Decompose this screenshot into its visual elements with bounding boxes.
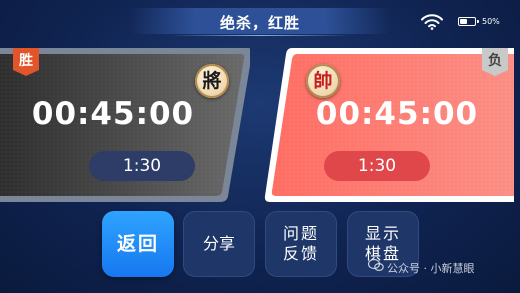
wechat-icon [368,258,384,272]
share-button-label: 分享 [202,234,235,253]
black-general-piece: 將 [195,64,229,98]
top-bar: 绝杀，红胜 50% [0,0,520,40]
back-button[interactable]: 返回 [102,211,174,277]
red-general-piece: 帥 [306,64,340,98]
red-byoyomi-time: 1:30 [324,151,430,181]
watermark-text: 公众号 · 小新慧眼 [387,262,475,275]
battery-icon [458,17,479,26]
win-badge-label: 胜 [19,53,33,69]
black-byoyomi-time: 1:30 [89,151,195,181]
black-main-clock: 00:45:00 [31,96,195,132]
back-button-label: 返回 [116,233,159,255]
feedback-button[interactable]: 问题 反馈 [265,211,337,277]
win-badge: 胜 [13,48,39,76]
page-title: 绝杀，红胜 [219,14,300,32]
lose-badge: 负 [482,48,508,76]
red-player-panel[interactable]: 帥 00:45:00 1:30 [264,46,514,204]
red-main-clock: 00:45:00 [315,96,479,132]
feedback-label-line2: 反馈 [282,244,319,263]
title-strip: 绝杀，红胜 [130,8,390,36]
show-board-label-line1: 显示 [364,224,401,243]
feedback-button-label: 问题 反馈 [265,211,337,277]
lose-badge-label: 负 [488,53,502,69]
share-button[interactable]: 分享 [183,211,255,277]
feedback-label-line1: 问题 [282,224,319,243]
wifi-icon [421,14,443,30]
battery-percentage: 50% [482,17,500,26]
battery-level [460,19,467,24]
